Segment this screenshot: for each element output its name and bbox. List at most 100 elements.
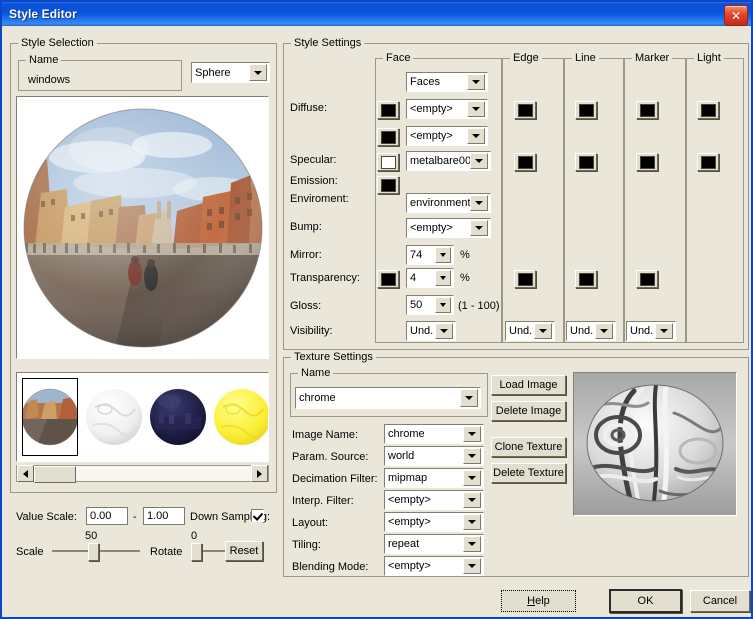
texture-name-combo[interactable]: chrome (295, 387, 481, 409)
layout-combo[interactable]: <empty> (384, 512, 484, 532)
chevron-down-icon[interactable] (470, 220, 488, 236)
tiling-combo[interactable]: repeat (384, 534, 484, 554)
label-blending-mode: Blending Mode: (292, 561, 369, 573)
chevron-down-icon[interactable] (470, 195, 488, 211)
chevron-down-icon[interactable] (435, 297, 451, 313)
chevron-down-icon[interactable] (463, 426, 481, 442)
face-specular-combo[interactable]: metalbare00 (406, 151, 491, 171)
face-transparency-color-swatch[interactable] (377, 270, 399, 288)
rotate-slider-value: 0 (191, 530, 198, 542)
chevron-down-icon[interactable] (435, 323, 453, 339)
blending-mode-combo[interactable]: <empty> (384, 556, 484, 576)
line-color-swatch-3[interactable] (575, 270, 597, 288)
ok-button[interactable]: OK (609, 589, 682, 613)
close-icon[interactable] (724, 5, 748, 26)
image-name-combo[interactable]: chrome (384, 424, 484, 444)
face-diffuse-combo[interactable]: <empty> (406, 99, 488, 119)
line-visibility-combo[interactable]: Und. (566, 321, 616, 341)
marker-color-swatch-2[interactable] (636, 153, 658, 171)
label-visibility: Visibility: (290, 325, 333, 337)
face-visibility-value: Und. (410, 325, 434, 337)
chevron-down-icon[interactable] (595, 323, 613, 339)
clone-texture-button[interactable]: Clone Texture (491, 437, 566, 457)
face-specular-color-swatch[interactable] (377, 153, 399, 171)
chevron-down-icon[interactable] (534, 323, 552, 339)
face-mirror-spinner[interactable]: 74 (406, 245, 454, 265)
chevron-down-icon[interactable] (467, 101, 485, 117)
chevron-down-icon[interactable] (435, 247, 451, 263)
edge-legend: Edge (510, 52, 542, 64)
decimation-filter-combo[interactable]: mipmap (384, 468, 484, 488)
chevron-down-icon[interactable] (467, 74, 485, 90)
scrollbar-track[interactable] (34, 466, 251, 483)
line-color-swatch-2[interactable] (575, 153, 597, 171)
chevron-down-icon[interactable] (463, 470, 481, 486)
face-emission-color-swatch[interactable] (377, 176, 399, 194)
edge-color-swatch-3[interactable] (514, 270, 536, 288)
chevron-down-icon[interactable] (435, 270, 451, 286)
thumbnail-scrollbar[interactable] (16, 465, 269, 483)
marker-color-swatch-3[interactable] (636, 270, 658, 288)
face-environment-combo[interactable]: environment (406, 193, 491, 213)
chevron-down-icon[interactable] (463, 448, 481, 464)
label-bump: Bump: (290, 221, 322, 233)
edge-visibility-value: Und. (509, 325, 533, 337)
edge-visibility-combo[interactable]: Und. (505, 321, 555, 341)
value-scale-max-input[interactable]: 1.00 (143, 507, 185, 525)
interp-filter-combo[interactable]: <empty> (384, 490, 484, 510)
cancel-button[interactable]: Cancel (690, 590, 750, 612)
marker-visibility-combo[interactable]: Und. (626, 321, 676, 341)
value-scale-min-input[interactable]: 0.00 (86, 507, 128, 525)
scroll-left-icon[interactable] (17, 465, 34, 482)
face-gloss-spinner[interactable]: 50 (406, 295, 454, 315)
chevron-down-icon[interactable] (467, 128, 485, 144)
chevron-down-icon[interactable] (463, 558, 481, 574)
style-type-combo[interactable]: Sphere (191, 62, 270, 83)
chevron-down-icon[interactable] (463, 514, 481, 530)
texture-preview-panel[interactable] (573, 372, 737, 516)
face-visibility-combo[interactable]: Und. (406, 321, 456, 341)
scrollbar-thumb[interactable] (34, 466, 76, 483)
load-image-button[interactable]: Load Image (491, 375, 566, 395)
line-visibility-value: Und. (570, 325, 594, 337)
tiling-value: repeat (388, 538, 420, 550)
chevron-down-icon[interactable] (460, 389, 478, 407)
delete-image-button[interactable]: Delete Image (491, 401, 566, 421)
thumbnail-selection-indicator[interactable] (22, 378, 78, 456)
interp-filter-value: <empty> (388, 494, 431, 506)
chevron-down-icon[interactable] (655, 323, 673, 339)
texture-name-value: chrome (299, 392, 336, 404)
delete-texture-button[interactable]: Delete Texture (491, 463, 566, 483)
face-type-combo[interactable]: Faces (406, 72, 488, 92)
rotate-slider-knob[interactable] (191, 543, 202, 561)
param-source-combo[interactable]: world (384, 446, 484, 466)
down-sampling-checkbox[interactable] (251, 509, 264, 522)
face-transparency-spinner[interactable]: 4 (406, 268, 454, 288)
scroll-right-icon[interactable] (251, 465, 268, 482)
light-legend: Light (694, 52, 724, 64)
face-diffuse2-combo[interactable]: <empty> (406, 126, 488, 146)
light-color-swatch-1[interactable] (697, 101, 719, 119)
scale-slider[interactable]: 50 (52, 530, 140, 561)
chevron-down-icon[interactable] (463, 492, 481, 508)
help-button[interactable]: Help (501, 590, 576, 612)
face-diffuse-color-swatch[interactable] (377, 101, 399, 119)
chevron-down-icon[interactable] (470, 153, 488, 169)
line-color-swatch-1[interactable] (575, 101, 597, 119)
style-name-value[interactable]: windows (28, 74, 70, 86)
label-tiling: Tiling: (292, 539, 321, 551)
style-preview-panel[interactable] (16, 96, 269, 359)
face-environment-value: environment (410, 197, 470, 209)
chevron-down-icon[interactable] (249, 64, 267, 81)
face-diffuse2-color-swatch[interactable] (377, 128, 399, 146)
reset-button[interactable]: Reset (225, 541, 263, 561)
face-bump-combo[interactable]: <empty> (406, 218, 491, 238)
edge-color-swatch-1[interactable] (514, 101, 536, 119)
scale-slider-knob[interactable] (88, 543, 99, 561)
transparency-percent-label: % (460, 272, 470, 284)
light-color-swatch-2[interactable] (697, 153, 719, 171)
marker-color-swatch-1[interactable] (636, 101, 658, 119)
edge-color-swatch-2[interactable] (514, 153, 536, 171)
rotate-label: Rotate (150, 546, 183, 558)
chevron-down-icon[interactable] (463, 536, 481, 552)
